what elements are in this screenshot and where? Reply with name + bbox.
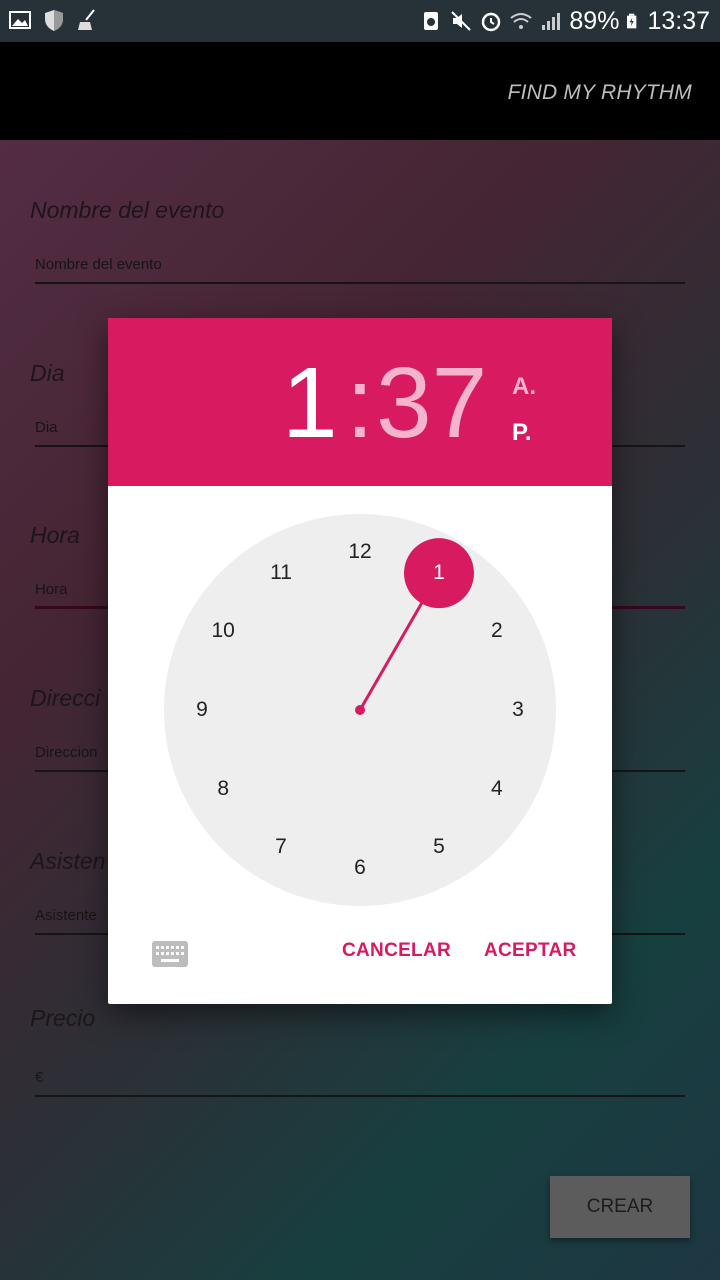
hour-display[interactable]: 1 bbox=[282, 348, 338, 458]
clock-number-8[interactable]: 8 bbox=[203, 774, 243, 804]
battery-charging-icon bbox=[627, 13, 637, 29]
broom-icon bbox=[78, 9, 95, 30]
alarm-icon bbox=[482, 12, 501, 32]
minute-display[interactable]: 37 bbox=[376, 348, 487, 458]
keyboard-icon[interactable] bbox=[152, 941, 188, 967]
clock-number-4[interactable]: 4 bbox=[477, 774, 517, 804]
shield-icon bbox=[45, 10, 63, 31]
clock-number-3[interactable]: 3 bbox=[498, 695, 538, 725]
cancel-button[interactable]: CANCELAR bbox=[342, 940, 451, 962]
mute-icon bbox=[451, 11, 472, 31]
status-time: 13:37 bbox=[647, 7, 710, 35]
image-icon bbox=[9, 11, 31, 29]
clock-number-11[interactable]: 11 bbox=[261, 558, 301, 588]
clock-number-7[interactable]: 7 bbox=[261, 832, 301, 862]
app-title: FIND MY RHYTHM bbox=[507, 81, 692, 104]
clock-face[interactable]: 12 1 2 3 4 5 6 7 8 9 10 11 bbox=[164, 514, 556, 906]
accept-button[interactable]: ACEPTAR bbox=[484, 940, 577, 962]
time-picker-header: 1 : 37 A. P. bbox=[108, 318, 612, 486]
clock-number-12[interactable]: 12 bbox=[340, 537, 380, 567]
clock-number-5[interactable]: 5 bbox=[419, 832, 459, 862]
clock-number-6[interactable]: 6 bbox=[340, 853, 380, 883]
clock-number-1[interactable]: 1 bbox=[419, 558, 459, 588]
clock-number-10[interactable]: 10 bbox=[203, 616, 243, 646]
clock-number-2[interactable]: 2 bbox=[477, 616, 517, 646]
signal-icon bbox=[542, 13, 561, 30]
status-bar: 89% 13:37 bbox=[0, 0, 720, 42]
battery-percent: 89% bbox=[569, 7, 620, 35]
time-picker-dialog: 1 : 37 A. P. 12 1 2 3 4 5 6 7 8 9 10 11 CANCELAR AC… bbox=[108, 318, 612, 1004]
crear-button[interactable]: CREAR bbox=[550, 1176, 690, 1238]
wifi-icon bbox=[510, 13, 533, 29]
time-separator: : bbox=[346, 347, 374, 459]
clock-center-dot bbox=[355, 705, 365, 715]
pm-toggle[interactable]: P. bbox=[512, 419, 532, 447]
am-toggle[interactable]: A. bbox=[512, 373, 536, 401]
clock-number-9[interactable]: 9 bbox=[182, 695, 222, 725]
recycle-icon bbox=[424, 12, 439, 30]
app-bar: FIND MY RHYTHM bbox=[0, 42, 720, 140]
